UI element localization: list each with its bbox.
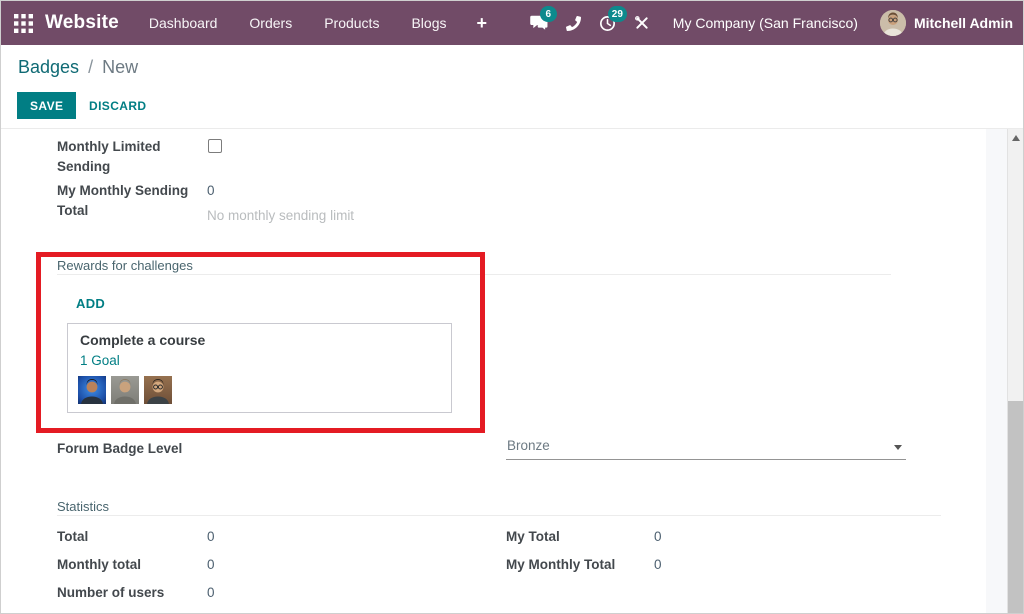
user-avatar-brown [144,376,172,404]
apps-grid-icon [14,14,33,33]
forum-badge-level-value: Bronze [507,438,550,453]
stat-monthly-total-value: 0 [207,555,215,575]
stat-number-of-users-label: Number of users [57,583,164,603]
stat-number-of-users-value: 0 [207,583,215,603]
breadcrumb-badges-link[interactable]: Badges [18,57,79,77]
save-button[interactable]: SAVE [17,92,76,119]
messages-button[interactable]: 6 [523,1,557,45]
statistics-section-rule [57,515,941,516]
tools-icon [634,15,650,31]
user-name: Mitchell Admin [914,15,1013,31]
scroll-up-arrow-icon[interactable] [1012,135,1020,141]
messages-count-badge: 6 [540,6,557,22]
monthly-sending-total-label: My Monthly Sending Total [57,181,192,221]
control-panel: Badges / New SAVE DISCARD [1,45,1024,129]
stat-monthly-total-label: Monthly total [57,555,141,575]
user-avatar-gray [111,376,139,404]
form-sheet: Monthly Limited Sending My Monthly Sendi… [1,129,1024,614]
breadcrumb: Badges / New [18,57,138,78]
vertical-scrollbar[interactable] [1007,129,1024,614]
forum-badge-level-select[interactable]: Bronze [506,435,906,460]
nav-item-orders[interactable]: Orders [249,15,292,31]
user-avatar-blue [78,376,106,404]
systray: 6 29 [523,1,1024,45]
chevron-down-icon [894,445,902,450]
user-menu[interactable]: Mitchell Admin [880,10,1013,36]
activities-button[interactable]: 29 [591,1,625,45]
monthly-limited-sending-checkbox[interactable] [208,139,222,153]
breadcrumb-current: New [102,57,138,77]
new-content-plus-button[interactable]: + [476,13,487,34]
challenge-goal-link[interactable]: 1 Goal [80,353,120,368]
discard-button[interactable]: DISCARD [81,92,154,119]
phone-icon [566,16,581,31]
app-brand[interactable]: Website [45,12,119,34]
nav-item-dashboard[interactable]: Dashboard [149,15,218,31]
nav-item-blogs[interactable]: Blogs [411,15,446,31]
statistics-section-title: Statistics [57,499,109,514]
rewards-section-title: Rewards for challenges [57,258,193,273]
monthly-sending-total-value: 0 [207,181,215,201]
scrollbar-thumb[interactable] [1008,401,1024,614]
stat-my-total-value: 0 [654,527,662,547]
stat-my-total-label: My Total [506,527,560,547]
apps-menu-button[interactable] [1,1,45,45]
debug-tools-button[interactable] [625,1,659,45]
monthly-sending-limit-placeholder[interactable]: No monthly sending limit [207,206,354,226]
odoo-window: Website Dashboard Orders Products Blogs … [0,0,1024,614]
forum-badge-level-label: Forum Badge Level [57,439,182,459]
stat-my-monthly-total-value: 0 [654,555,662,575]
top-navbar: Website Dashboard Orders Products Blogs … [1,1,1024,45]
stat-my-monthly-total-label: My Monthly Total [506,555,615,575]
nav-menu: Dashboard Orders Products Blogs [149,15,447,31]
challenge-card[interactable]: Complete a course 1 Goal [67,323,452,413]
challenge-participants [78,376,172,404]
breadcrumb-separator: / [88,57,93,77]
company-switcher[interactable]: My Company (San Francisco) [673,15,858,31]
phone-button[interactable] [557,1,591,45]
stat-total-value: 0 [207,527,215,547]
sheet-right-margin [986,129,1007,614]
rewards-section-rule [57,274,891,275]
nav-item-products[interactable]: Products [324,15,379,31]
user-avatar [880,10,906,36]
add-challenge-link[interactable]: ADD [76,296,105,311]
monthly-limited-sending-label: Monthly Limited Sending [57,137,182,177]
stat-total-label: Total [57,527,88,547]
challenge-name: Complete a course [80,332,205,348]
